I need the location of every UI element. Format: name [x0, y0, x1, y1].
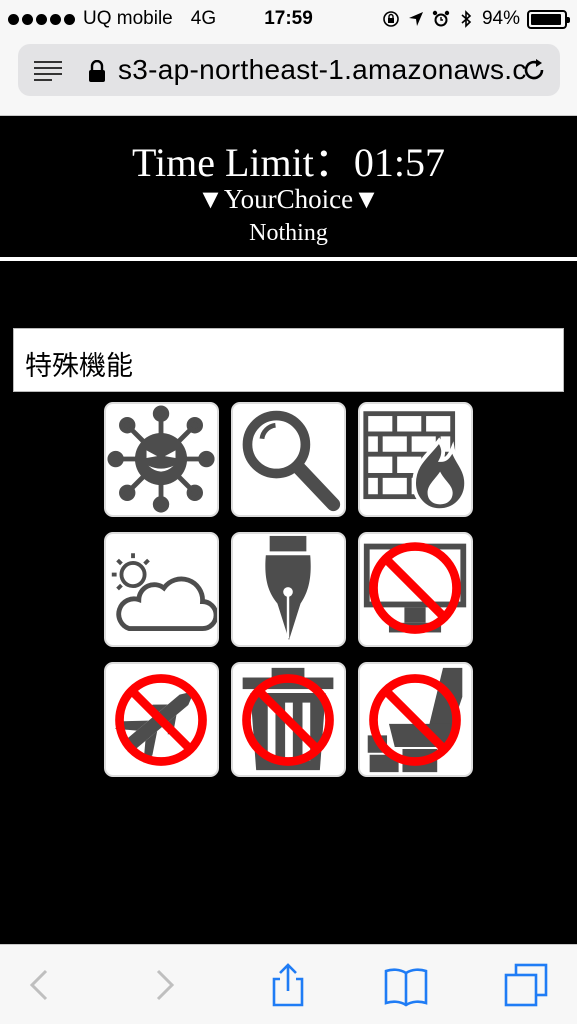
browser-toolbar [0, 944, 577, 1024]
choice-pen[interactable] [231, 532, 346, 647]
location-icon [408, 12, 423, 26]
magnifier-icon [242, 410, 341, 512]
your-choice-value: Nothing [249, 220, 328, 246]
reload-icon[interactable] [520, 56, 548, 84]
bookmarks-icon[interactable] [384, 963, 428, 1007]
reader-view-icon[interactable] [34, 60, 62, 82]
choice-search[interactable] [231, 402, 346, 517]
choice-firewall[interactable] [358, 402, 473, 517]
timer-panel: Time Limit：01:57 ▼YourChoice▼ Nothing [0, 116, 577, 258]
choice-virus[interactable] [104, 402, 219, 517]
share-icon[interactable] [266, 963, 310, 1007]
browser-address-area: s3-ap-northeast-1.amazonaws.com [0, 38, 577, 116]
seat-icon [367, 667, 463, 773]
battery-percentage: 94% [481, 8, 520, 29]
forward-icon[interactable] [142, 963, 186, 1007]
fountain-pen-icon [265, 535, 311, 641]
choice-trash-disabled[interactable] [231, 662, 346, 777]
weather-icon [111, 553, 217, 632]
bluetooth-icon [461, 10, 472, 28]
tabs-icon[interactable] [504, 963, 548, 1007]
alarm-icon [432, 10, 450, 27]
lock-icon [89, 60, 105, 82]
trash-can-icon [242, 667, 334, 771]
monitor-icon [363, 542, 467, 634]
url-text: s3-ap-northeast-1.amazonaws.com [118, 54, 526, 85]
choice-weather[interactable] [104, 532, 219, 647]
orientation-lock-icon [383, 11, 399, 27]
virus-icon [107, 405, 215, 513]
category-label: 特殊機能 [13, 328, 564, 392]
your-choice-label: ▼YourChoice▼ [197, 184, 380, 214]
choice-seat-disabled[interactable] [358, 662, 473, 777]
battery-icon [527, 9, 570, 29]
prohibited-icon [115, 674, 207, 766]
header-divider [0, 257, 577, 261]
choice-missile-disabled[interactable] [104, 662, 219, 777]
back-icon[interactable] [18, 963, 62, 1007]
choice-grid [104, 402, 474, 778]
choice-monitor-disabled[interactable] [358, 532, 473, 647]
status-bar: UQ mobile 4G 17:59 94% [0, 0, 577, 38]
missile-icon [114, 674, 207, 766]
firewall-icon [363, 411, 469, 513]
time-limit: Time Limit：01:57 [131, 140, 445, 185]
address-bar[interactable]: s3-ap-northeast-1.amazonaws.com [18, 44, 560, 96]
